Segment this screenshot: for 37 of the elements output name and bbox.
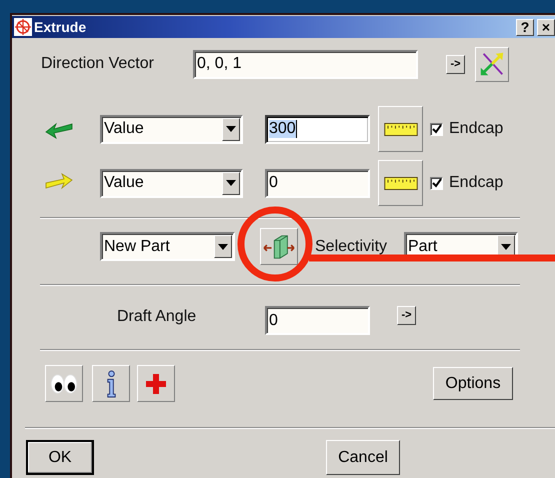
measure-button[interactable] xyxy=(378,160,423,206)
add-button[interactable] xyxy=(137,365,175,402)
distance-field[interactable]: 0 xyxy=(265,168,370,198)
plus-icon xyxy=(144,372,168,396)
draft-angle-field[interactable]: 0 xyxy=(265,306,370,335)
block-with-arrows-icon xyxy=(263,232,295,260)
reverse-direction-button[interactable] xyxy=(475,46,509,82)
pick-vector-button[interactable]: -> xyxy=(446,54,465,74)
close-button[interactable]: × xyxy=(537,18,555,36)
dialog-button[interactable]: Cancel xyxy=(326,440,400,475)
help-button[interactable]: ? xyxy=(516,18,534,36)
ruler-icon xyxy=(384,122,418,136)
ruler-icon xyxy=(384,176,418,190)
measure-button[interactable] xyxy=(378,106,423,152)
window-title: Extrude xyxy=(34,19,88,35)
selectivity-label: Selectivity xyxy=(315,238,388,256)
info-button[interactable] xyxy=(92,365,130,402)
app-logo-icon xyxy=(14,18,32,36)
pick-angle-button[interactable]: -> xyxy=(397,306,416,325)
solid-body-button[interactable] xyxy=(260,228,298,265)
options-button[interactable]: Options xyxy=(433,367,513,400)
endcap-label: Endcap xyxy=(449,174,504,192)
limit-type-dropdown[interactable]: Value xyxy=(100,168,243,198)
endcap-label: Endcap xyxy=(449,120,504,138)
dialog-button[interactable]: OK xyxy=(26,440,94,475)
info-icon xyxy=(104,370,118,398)
preview-button[interactable] xyxy=(45,365,83,402)
endcap-checkbox[interactable] xyxy=(430,122,443,136)
endcap-checkbox[interactable] xyxy=(430,176,443,190)
limit-type-dropdown[interactable]: Value xyxy=(100,114,243,144)
draft-angle-label: Draft Angle xyxy=(117,308,198,326)
distance-field[interactable]: 300 xyxy=(265,114,370,144)
eyes-icon xyxy=(50,372,78,394)
operation-dropdown[interactable]: New Part xyxy=(100,232,235,261)
double-arrow-icon xyxy=(478,50,506,78)
direction-vector-field[interactable]: 0, 0, 1 xyxy=(193,50,418,78)
direction-vector-label: Direction Vector xyxy=(41,55,155,73)
